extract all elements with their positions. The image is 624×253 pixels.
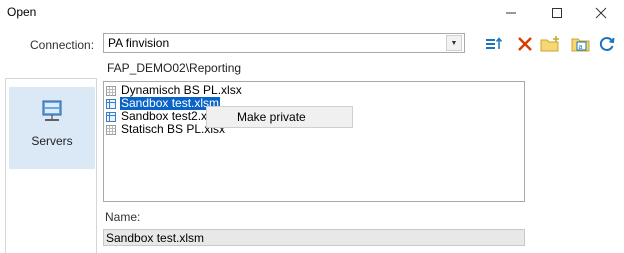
excel-file-icon [106,111,116,122]
delete-icon [518,37,532,51]
servers-icon [40,99,64,126]
sort-button[interactable] [483,34,503,54]
connection-select[interactable]: PA finvision ▼ [103,33,465,53]
maximize-icon [552,8,562,18]
maximize-button[interactable] [534,0,580,26]
close-button[interactable] [578,0,624,26]
refresh-icon [599,37,615,51]
sidebar: Servers [5,78,97,253]
excel-file-icon [106,85,116,96]
close-icon [595,7,607,19]
connection-value: PA finvision [108,36,170,50]
rename-icon: a [571,38,590,52]
excel-file-icon [106,124,116,135]
sidebar-item-label: Servers [31,134,73,148]
rename-button[interactable]: a [571,34,591,54]
make-private-menu-item[interactable]: Make private [207,110,306,124]
excel-macro-file-icon [106,98,116,109]
minimize-icon [506,12,516,14]
minimize-button[interactable] [488,0,534,26]
context-menu: Make private [206,106,353,128]
new-folder-button[interactable] [540,34,560,54]
file-list[interactable]: Dynamisch BS PL.xlsx Sandbox test.xlsm S… [103,81,525,202]
name-field[interactable]: Sandbox test.xlsm [103,229,525,246]
new-folder-icon [540,36,559,52]
sort-icon [486,37,502,49]
connection-label: Connection: [30,38,95,52]
dropdown-arrow-icon[interactable]: ▼ [446,35,462,51]
delete-button[interactable] [515,34,535,54]
svg-text:a: a [579,44,583,51]
refresh-button[interactable] [597,34,617,54]
name-label: Name: [105,210,141,224]
sidebar-item-servers[interactable]: Servers [9,87,95,169]
window-title: Open [7,5,37,19]
current-path: FAP_DEMO02\Reporting [107,61,242,75]
